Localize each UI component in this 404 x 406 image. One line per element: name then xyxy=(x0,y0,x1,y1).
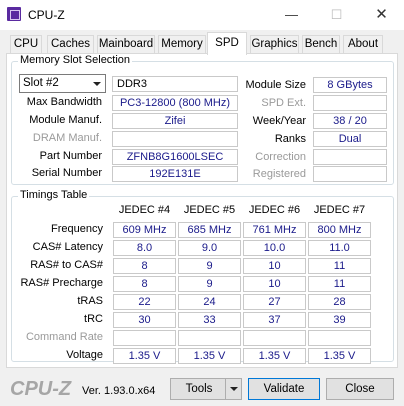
timings-cell: 11 xyxy=(308,276,371,292)
memory-slot-selection-group: Memory Slot Selection Slot #2 DDR3 Max B… xyxy=(11,54,394,185)
slot-select-dropdown[interactable]: Slot #2 xyxy=(19,74,106,93)
minimize-button[interactable]: — xyxy=(269,0,314,30)
tools-button-label: Tools xyxy=(185,383,213,395)
timings-cell: 27 xyxy=(243,294,306,310)
timings-cell: 9 xyxy=(178,276,241,292)
registered-value xyxy=(313,166,387,182)
timings-cell: 800 MHz xyxy=(308,222,371,238)
timings-row-label: RAS# to CAS# xyxy=(30,259,103,271)
timings-cell: 8 xyxy=(113,276,176,292)
max-bandwidth-value: PC3-12800 (800 MHz) xyxy=(112,95,238,111)
timings-column-header: JEDEC #4 xyxy=(118,204,171,216)
tab-about[interactable]: About xyxy=(343,35,383,54)
title-bar: CPU-Z — ☐ ✕ xyxy=(0,0,404,30)
tab-mainboard[interactable]: Mainboard xyxy=(97,35,155,54)
timings-cell xyxy=(113,330,176,346)
part-number-label: Part Number xyxy=(39,150,102,162)
timings-cell: 8.0 xyxy=(113,240,176,256)
close-window-button[interactable]: ✕ xyxy=(359,0,404,30)
version-label: Ver. 1.93.0.x64 xyxy=(82,385,156,397)
ranks-value: Dual xyxy=(313,131,387,147)
tab-strip: CPU Caches Mainboard Memory SPD Graphics… xyxy=(0,30,404,55)
timings-cell: 9 xyxy=(178,258,241,274)
tools-dropdown-button[interactable]: Tools xyxy=(170,378,242,400)
correction-value xyxy=(313,149,387,165)
module-manuf-label: Module Manuf. xyxy=(29,114,102,126)
timings-cell: 609 MHz xyxy=(113,222,176,238)
max-bandwidth-label: Max Bandwidth xyxy=(26,96,102,108)
module-size-label: Module Size xyxy=(245,79,306,91)
timings-column-header: JEDEC #7 xyxy=(313,204,366,216)
timings-cell: 1.35 V xyxy=(178,348,241,364)
memory-type-value: DDR3 xyxy=(112,76,238,92)
dram-manuf-value xyxy=(112,131,238,147)
timings-row-label: Voltage xyxy=(66,349,103,361)
module-size-value: 8 GBytes xyxy=(313,77,387,93)
slot-select-value: Slot #2 xyxy=(23,77,59,89)
chevron-down-icon xyxy=(91,78,103,90)
timings-table-title: Timings Table xyxy=(18,189,90,201)
timings-cell: 10.0 xyxy=(243,240,306,256)
week-year-value: 38 / 20 xyxy=(313,113,387,129)
timings-cell: 761 MHz xyxy=(243,222,306,238)
cpu-z-app-icon xyxy=(7,7,21,21)
timings-cell: 685 MHz xyxy=(178,222,241,238)
timings-column-header: JEDEC #5 xyxy=(183,204,236,216)
timings-cell: 11 xyxy=(308,258,371,274)
tab-caches[interactable]: Caches xyxy=(47,35,94,54)
timings-cell: 1.35 V xyxy=(243,348,306,364)
ranks-label: Ranks xyxy=(274,133,306,145)
maximize-button[interactable]: ☐ xyxy=(314,0,359,30)
tab-memory[interactable]: Memory xyxy=(158,35,206,54)
chevron-down-icon[interactable] xyxy=(225,379,241,399)
validate-button[interactable]: Validate xyxy=(248,378,320,400)
timings-cell: 1.35 V xyxy=(113,348,176,364)
correction-label: Correction xyxy=(255,151,306,163)
bottom-bar: CPU-Z Ver. 1.93.0.x64 Tools Validate Clo… xyxy=(0,372,404,406)
timings-cell: 9.0 xyxy=(178,240,241,256)
timings-cell: 37 xyxy=(243,312,306,328)
week-year-label: Week/Year xyxy=(252,115,306,127)
timings-cell: 10 xyxy=(243,258,306,274)
registered-label: Registered xyxy=(252,168,306,180)
memory-slot-selection-title: Memory Slot Selection xyxy=(18,54,133,66)
window-title: CPU-Z xyxy=(28,8,65,22)
tab-spd[interactable]: SPD xyxy=(207,32,247,55)
tab-graphics[interactable]: Graphics xyxy=(250,35,299,54)
timings-row-label: CAS# Latency xyxy=(32,241,103,253)
timings-row-label: tRAS xyxy=(77,295,103,307)
timings-row-label: tRC xyxy=(84,313,103,325)
timings-cell: 22 xyxy=(113,294,176,310)
timings-cell: 24 xyxy=(178,294,241,310)
dram-manuf-label: DRAM Manuf. xyxy=(32,132,102,144)
timings-cell: 33 xyxy=(178,312,241,328)
timings-cell xyxy=(308,330,371,346)
timings-cell xyxy=(243,330,306,346)
tab-cpu[interactable]: CPU xyxy=(10,35,42,54)
spd-panel: Memory Slot Selection Slot #2 DDR3 Max B… xyxy=(6,53,398,368)
close-button[interactable]: Close xyxy=(326,378,394,400)
tab-bench[interactable]: Bench xyxy=(302,35,340,54)
module-manuf-value: Zifei xyxy=(112,113,238,129)
timings-table-group: Timings Table JEDEC #4 JEDEC #5 JEDEC #6… xyxy=(11,189,394,364)
part-number-value: ZFNB8G1600LSEC xyxy=(112,149,238,165)
timings-cell: 39 xyxy=(308,312,371,328)
timings-cell: 11.0 xyxy=(308,240,371,256)
timings-cell: 28 xyxy=(308,294,371,310)
cpu-z-logo: CPU-Z xyxy=(10,378,72,400)
timings-row-label: Frequency xyxy=(51,223,103,235)
spd-ext-value xyxy=(313,95,387,111)
timings-column-header: JEDEC #6 xyxy=(248,204,301,216)
timings-row-label: Command Rate xyxy=(25,331,103,343)
timings-row-label: RAS# Precharge xyxy=(20,277,103,289)
timings-cell: 10 xyxy=(243,276,306,292)
serial-number-value: 192E131E xyxy=(112,166,238,182)
timings-cell: 1.35 V xyxy=(308,348,371,364)
spd-ext-label: SPD Ext. xyxy=(261,97,306,109)
serial-number-label: Serial Number xyxy=(31,167,102,179)
timings-cell: 8 xyxy=(113,258,176,274)
timings-cell xyxy=(178,330,241,346)
timings-cell: 30 xyxy=(113,312,176,328)
